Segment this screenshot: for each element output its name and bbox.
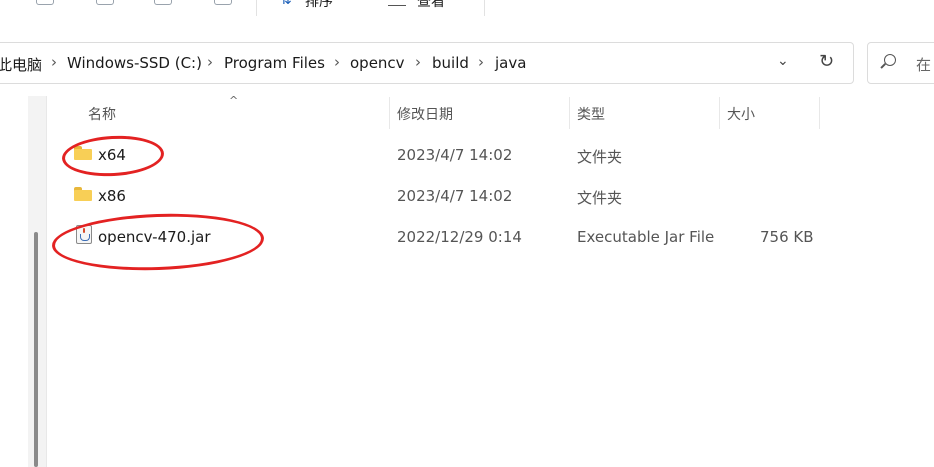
view-label: 查看 [417,0,445,10]
address-bar[interactable]: 此电脑 › Windows-SSD (C:) › Program Files ›… [0,42,854,84]
column-divider[interactable] [719,97,720,129]
column-divider[interactable] [389,97,390,129]
file-date: 2023/4/7 14:02 [397,187,513,205]
trash-icon [214,0,232,5]
share-button[interactable] [150,0,176,10]
column-header-type[interactable]: 类型 [577,104,605,124]
column-header-date[interactable]: 修改日期 [397,104,453,124]
search-icon [884,54,896,66]
search-box[interactable]: 在 [867,42,934,84]
file-row[interactable]: x64 2023/4/7 14:02 文件夹 [60,136,820,176]
column-divider[interactable] [819,97,820,129]
file-type: 文件夹 [577,148,623,166]
file-name[interactable]: x86 [98,187,126,205]
breadcrumb-build[interactable]: build [432,54,469,72]
file-size: 756 KB [760,228,814,246]
paste-button[interactable] [92,0,118,10]
toolbar-divider [256,0,257,16]
file-date: 2023/4/7 14:02 [397,146,513,164]
toolbar-divider [484,0,485,16]
breadcrumb-this-pc[interactable]: 此电脑 [0,54,42,75]
column-header-size[interactable]: 大小 [727,104,755,124]
share-icon [154,0,172,5]
file-type: 文件夹 [577,189,623,207]
sort-label: 排序 [305,0,333,10]
file-type: Executable Jar File [577,228,715,246]
delete-button[interactable] [210,0,236,10]
chevron-right-icon[interactable]: › [478,53,484,71]
breadcrumb-drive[interactable]: Windows-SSD (C:) [67,54,202,72]
chevron-right-icon[interactable]: › [415,53,421,71]
chevron-right-icon[interactable]: › [51,53,57,71]
chevron-right-icon[interactable]: › [334,53,340,71]
paste-icon [96,0,114,5]
file-date: 2022/12/29 0:14 [397,228,522,246]
file-row[interactable]: x86 2023/4/7 14:02 文件夹 [60,177,820,217]
search-placeholder: 在 [916,56,932,74]
sort-ascending-icon: ^ [229,94,239,107]
column-divider[interactable] [569,97,570,129]
refresh-icon[interactable]: ↻ [819,51,834,72]
view-icon [388,0,406,6]
sort-arrows-icon: ⇅ [280,0,292,8]
history-dropdown-icon[interactable]: ⌄ [777,53,789,69]
copy-icon [36,0,54,5]
copy-button[interactable] [32,0,58,10]
folder-icon [74,187,92,201]
command-bar: ⇅ 排序 查看 [0,0,934,40]
breadcrumb-program-files[interactable]: Program Files [224,54,325,72]
breadcrumb-java[interactable]: java [495,54,526,72]
column-header-name[interactable]: 名称 [88,104,116,124]
nav-scrollbar-thumb[interactable] [34,232,38,467]
breadcrumb-opencv[interactable]: opencv [350,54,405,72]
chevron-right-icon[interactable]: › [207,53,213,71]
